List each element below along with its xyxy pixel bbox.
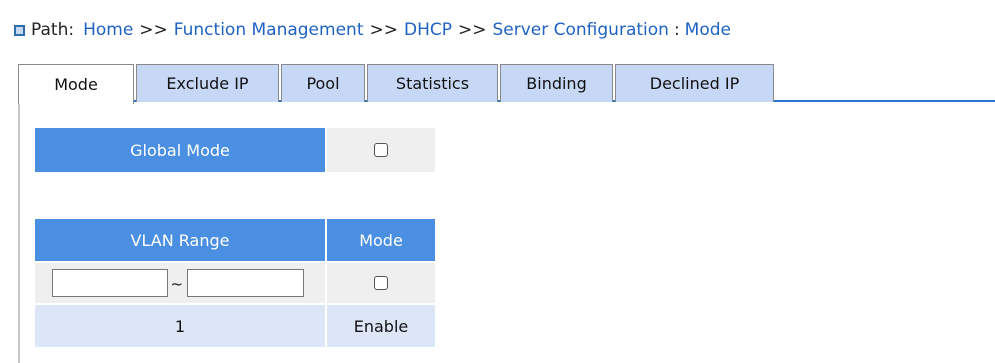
- breadcrumb-current-separator: :: [673, 20, 680, 40]
- panel-left-border: [18, 102, 20, 363]
- breadcrumb-separator: >>: [139, 20, 168, 40]
- vlan-range-header: VLAN Range: [35, 219, 325, 261]
- breadcrumb-function-management[interactable]: Function Management: [174, 20, 364, 40]
- tab-bar: Mode Exclude IP Pool Statistics Binding …: [18, 64, 995, 104]
- vlan-range-from-input[interactable]: [51, 269, 168, 297]
- tab-binding[interactable]: Binding: [500, 64, 613, 102]
- breadcrumb-current-mode[interactable]: Mode: [685, 20, 731, 40]
- breadcrumb-separator: >>: [457, 20, 487, 40]
- tab-mode[interactable]: Mode: [18, 64, 134, 104]
- vlan-mode-checkbox[interactable]: [374, 276, 388, 290]
- vlan-mode-input-cell: [327, 263, 435, 303]
- vlan-range-to-input[interactable]: [186, 269, 304, 297]
- breadcrumb-server-configuration[interactable]: Server Configuration: [492, 20, 668, 40]
- tab-pool[interactable]: Pool: [281, 64, 365, 102]
- tab-declined-ip[interactable]: Declined IP: [615, 64, 774, 102]
- path-label: Path:: [31, 20, 75, 40]
- table-row-mode: Enable: [327, 305, 435, 347]
- mode-header: Mode: [327, 219, 435, 261]
- vlan-range-input-cell: ~: [35, 263, 325, 303]
- tab-statistics[interactable]: Statistics: [367, 64, 498, 102]
- breadcrumb: Path: Home >> Function Management >> DHC…: [14, 18, 731, 42]
- breadcrumb-dhcp[interactable]: DHCP: [404, 20, 452, 40]
- global-mode-checkbox[interactable]: [374, 143, 388, 157]
- path-square-icon: [14, 24, 25, 36]
- table-row-vlan: 1: [35, 305, 325, 347]
- tab-exclude-ip[interactable]: Exclude IP: [136, 64, 279, 102]
- vlan-range-tilde: ~: [170, 275, 184, 293]
- breadcrumb-home[interactable]: Home: [83, 20, 133, 40]
- global-mode-cell: [327, 128, 435, 172]
- breadcrumb-separator: >>: [369, 20, 398, 40]
- global-mode-label: Global Mode: [35, 128, 325, 172]
